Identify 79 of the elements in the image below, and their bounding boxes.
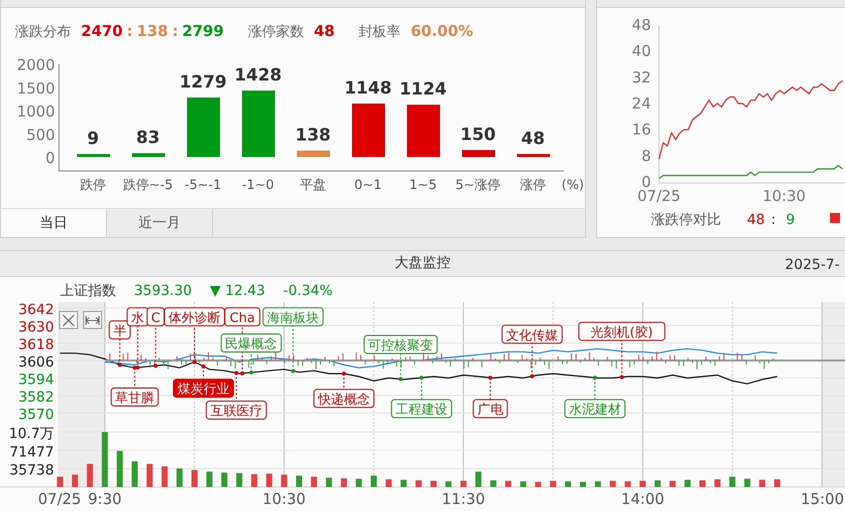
axis-label: 48 bbox=[632, 16, 651, 34]
axis-label: 3642 bbox=[18, 302, 54, 318]
axis-label: 3594 bbox=[18, 372, 54, 388]
category-label: -1~0 bbox=[242, 178, 274, 193]
sector-tag[interactable]: 广电 bbox=[472, 376, 508, 418]
bar-value: 1428 bbox=[234, 66, 282, 86]
sector-tag[interactable]: 工程建设 bbox=[391, 376, 452, 418]
stat-value: 138 bbox=[136, 21, 168, 42]
axis-label: 3606 bbox=[18, 354, 54, 370]
legend-value: 48 bbox=[747, 212, 765, 228]
bar-value: 83 bbox=[136, 128, 160, 148]
legend-value: : bbox=[771, 212, 776, 228]
stat-value: 60.00% bbox=[410, 21, 474, 42]
sector-tag[interactable]: 草甘膦 bbox=[110, 366, 159, 406]
bar-value: 150 bbox=[460, 125, 496, 146]
bar-value: 1279 bbox=[179, 72, 227, 93]
category-label: 0~1 bbox=[354, 178, 382, 193]
sector-tag[interactable]: 体外诊断 bbox=[164, 307, 225, 364]
sector-tag[interactable]: 可控核聚变 bbox=[364, 334, 438, 382]
time-label: 07/25 bbox=[38, 490, 82, 508]
category-label: 1~5 bbox=[409, 178, 437, 193]
axis-label: 40 bbox=[632, 42, 651, 60]
category-label: -5~-1 bbox=[184, 178, 222, 193]
axis-label: 1500 bbox=[16, 79, 55, 98]
stat-label: 涨停家数 bbox=[248, 23, 304, 42]
category-label: 涨停 bbox=[520, 178, 546, 193]
axis-label: 71477 bbox=[9, 444, 54, 460]
unit-label: (%) bbox=[562, 178, 584, 193]
time-label: 11:30 bbox=[442, 490, 486, 508]
axis-label: 32 bbox=[632, 68, 651, 86]
category-label: 跌停~-5 bbox=[123, 178, 173, 193]
sector-tag[interactable]: 文化传媒 bbox=[502, 324, 563, 378]
axis-label: 2000 bbox=[16, 56, 55, 74]
legend-value: 9 bbox=[786, 212, 795, 228]
axis-label: 8 bbox=[641, 146, 651, 165]
axis-label: 35738 bbox=[9, 462, 54, 479]
legend-label: 涨跌停对比 bbox=[651, 212, 721, 228]
stat-value: 2470 bbox=[81, 21, 123, 42]
tab[interactable]: 当日 bbox=[1, 209, 107, 237]
index-percent: -0.34% bbox=[283, 282, 333, 301]
axis-label: 3582 bbox=[18, 390, 54, 406]
axis-label: 3618 bbox=[18, 337, 54, 353]
axis-label: 24 bbox=[632, 94, 651, 112]
sector-tag[interactable]: 光刻机(胶) bbox=[578, 322, 666, 380]
stat-value: : bbox=[126, 21, 133, 42]
axis-label: 3570 bbox=[18, 407, 54, 423]
axis-label: 1000 bbox=[16, 102, 55, 120]
category-label: 平盘 bbox=[300, 178, 326, 193]
sector-tag[interactable]: 水泥建材 bbox=[564, 376, 626, 418]
axis-max-label: 10.7万 bbox=[8, 426, 54, 442]
sector-tag[interactable]: 半 bbox=[108, 320, 131, 367]
stat-value: 48 bbox=[314, 21, 335, 42]
stat-label: 涨跌分布 bbox=[15, 23, 71, 42]
axis-label: 0 bbox=[45, 149, 55, 167]
time-label: 10:30 bbox=[262, 490, 306, 508]
date-text: 2025-7- bbox=[785, 256, 840, 275]
axis-label: 3630 bbox=[18, 320, 54, 336]
index-name: 上证指数 bbox=[60, 282, 116, 301]
index-price: 3593.30 bbox=[134, 282, 192, 301]
axis-label: 16 bbox=[632, 120, 651, 139]
stat-value: 2799 bbox=[182, 21, 224, 42]
time-label: 9:30 bbox=[88, 490, 122, 508]
sector-tag[interactable]: C bbox=[146, 307, 165, 368]
stat-value: : bbox=[172, 21, 178, 42]
bar-value: 138 bbox=[295, 126, 331, 146]
stat-label: 封板率 bbox=[358, 23, 401, 42]
category-label: 跌停 bbox=[80, 178, 106, 193]
bar-value: 9 bbox=[87, 129, 99, 149]
axis-label: 500 bbox=[26, 126, 55, 144]
time-label: 14:00 bbox=[621, 490, 664, 508]
panel-title: 大盘监控 bbox=[394, 254, 450, 273]
bar-value: 48 bbox=[521, 129, 545, 149]
sector-tag[interactable]: 民爆概念 bbox=[220, 334, 282, 374]
category-label: 5~涨停 bbox=[455, 178, 501, 193]
axis-label: 10:30 bbox=[762, 187, 806, 205]
bar-value: 1148 bbox=[344, 78, 392, 99]
time-label: 15:00 bbox=[800, 490, 844, 508]
bar-value: 1124 bbox=[399, 80, 447, 100]
index-change: ▼ 12.43 bbox=[210, 282, 266, 301]
